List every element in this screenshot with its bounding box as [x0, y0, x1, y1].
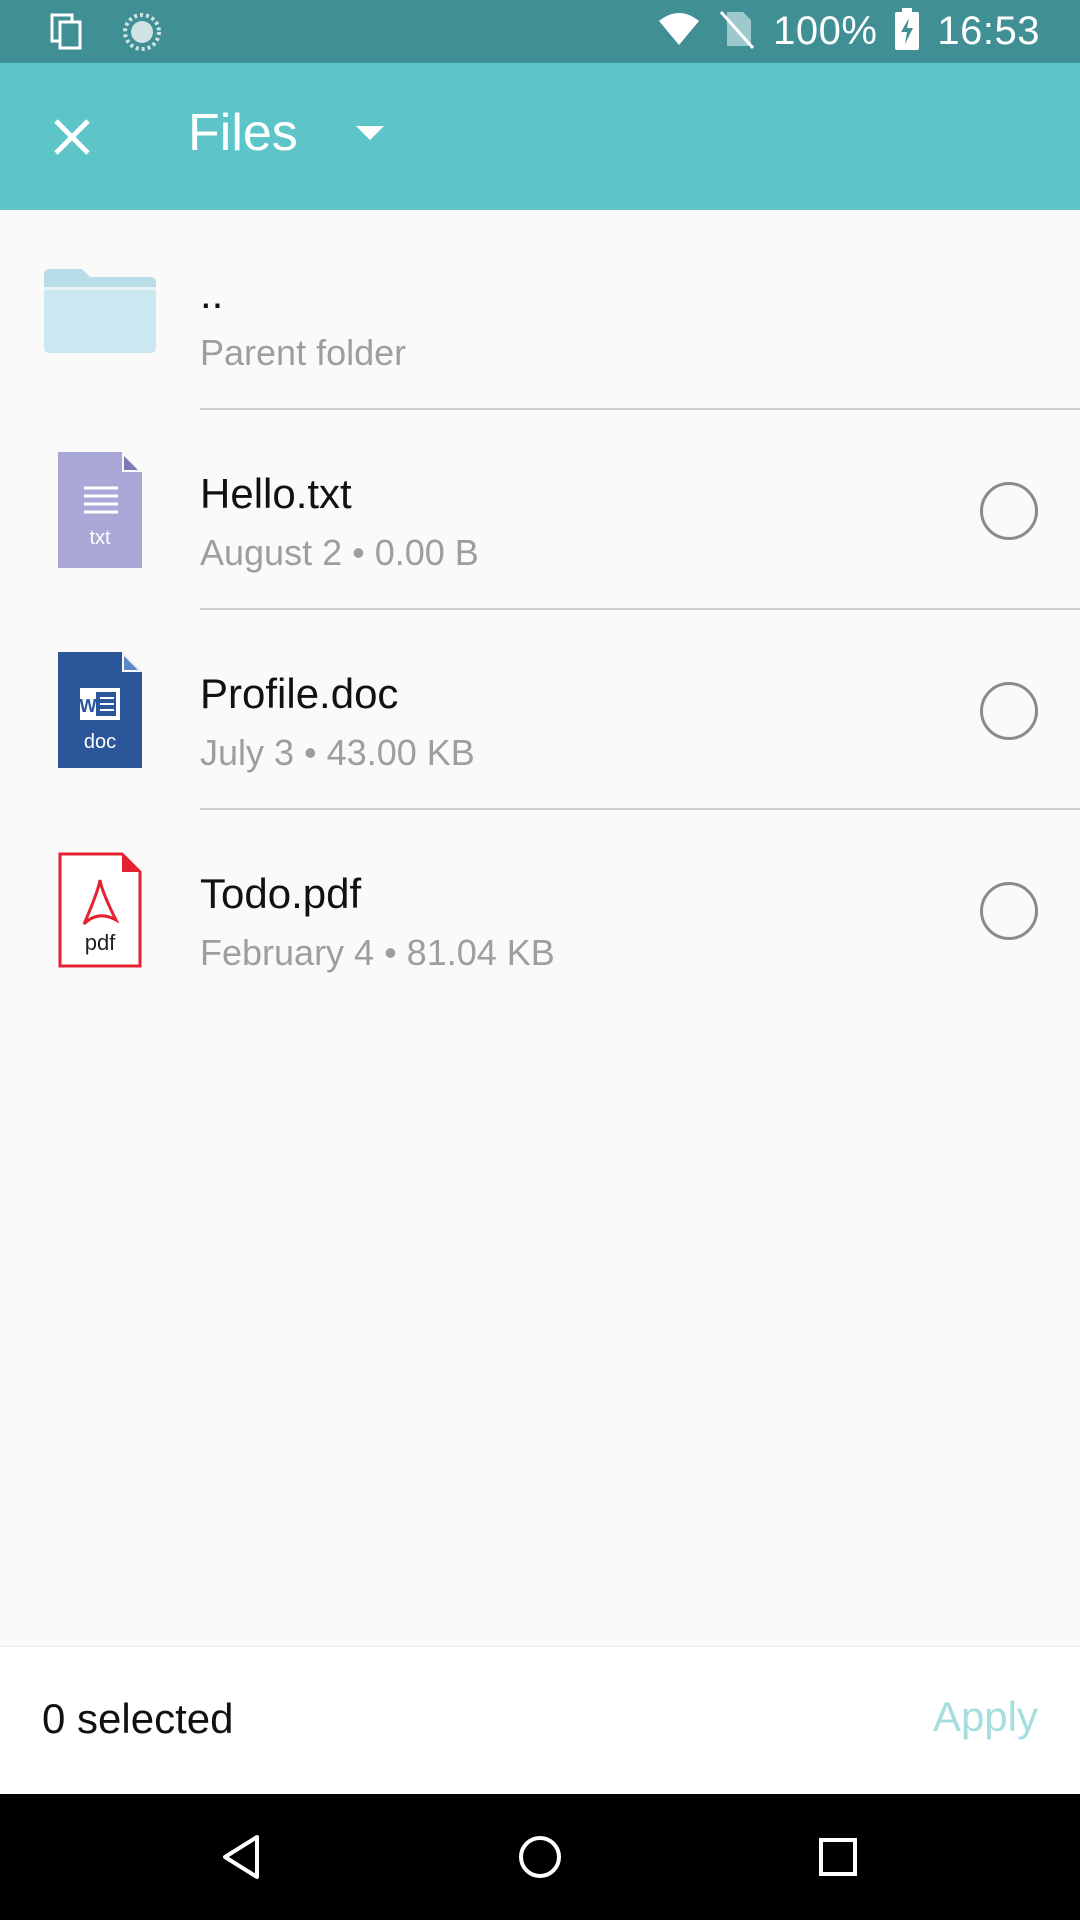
file-name: .. — [200, 270, 224, 317]
app-bar: Files — [0, 63, 1080, 210]
wifi-icon — [657, 11, 701, 52]
recents-icon — [819, 1838, 857, 1876]
file-meta: February 4 • 81.04 KB — [200, 932, 555, 973]
clock: 16:53 — [937, 9, 1040, 53]
battery-percent: 100% — [773, 9, 878, 53]
pdf-file-icon: pdf — [40, 850, 160, 970]
list-item-hello-txt[interactable]: txt Hello.txt August 2 • 0.00 B — [0, 410, 1080, 610]
battery-charging-icon — [895, 8, 920, 55]
list-item-profile-doc[interactable]: W doc Profile.doc July 3 • 43.00 KB — [0, 610, 1080, 810]
list-item-todo-pdf[interactable]: pdf Todo.pdf February 4 • 81.04 KB — [0, 810, 1080, 1010]
dropdown-icon — [355, 126, 384, 140]
svg-text:txt: txt — [89, 527, 111, 549]
file-meta: Parent folder — [200, 332, 407, 373]
file-list: .. Parent folder txt Hello.txt August 2 … — [0, 210, 1080, 1010]
select-radio[interactable] — [980, 482, 1038, 540]
svg-text:W: W — [80, 696, 97, 716]
navigation-bar — [0, 1794, 1080, 1920]
page-title: Files — [188, 104, 298, 162]
txt-file-icon: txt — [40, 450, 160, 570]
home-icon — [519, 1836, 561, 1878]
back-icon — [223, 1835, 259, 1879]
status-bar: 100% 16:53 — [0, 0, 1080, 63]
apply-button[interactable]: Apply — [933, 1693, 1038, 1741]
select-radio[interactable] — [980, 882, 1038, 940]
recents-button[interactable] — [805, 1824, 871, 1890]
list-item-parent-folder[interactable]: .. Parent folder — [0, 210, 1080, 410]
back-button[interactable] — [208, 1824, 274, 1890]
close-icon — [54, 119, 90, 155]
svg-text:pdf: pdf — [85, 930, 116, 955]
no-sim-icon — [719, 8, 755, 55]
file-meta: July 3 • 43.00 KB — [200, 732, 475, 773]
select-radio[interactable] — [980, 682, 1038, 740]
sync-icon — [122, 12, 162, 57]
selected-count: 0 selected — [42, 1695, 234, 1742]
doc-file-icon: W doc — [40, 650, 160, 770]
file-picker-screen: 100% 16:53 Files .. Parent folder txt He… — [0, 0, 1080, 1920]
file-name: Todo.pdf — [200, 870, 362, 917]
file-name: Profile.doc — [200, 670, 399, 717]
close-button[interactable] — [40, 105, 104, 169]
svg-text:doc: doc — [84, 731, 116, 753]
copy-icon — [50, 13, 84, 56]
file-name: Hello.txt — [200, 470, 352, 517]
folder-selector[interactable]: Files — [188, 103, 384, 163]
file-meta: August 2 • 0.00 B — [200, 532, 479, 573]
home-button[interactable] — [507, 1824, 573, 1890]
selection-bar: 0 selected Apply — [0, 1646, 1080, 1795]
folder-icon — [40, 250, 160, 370]
